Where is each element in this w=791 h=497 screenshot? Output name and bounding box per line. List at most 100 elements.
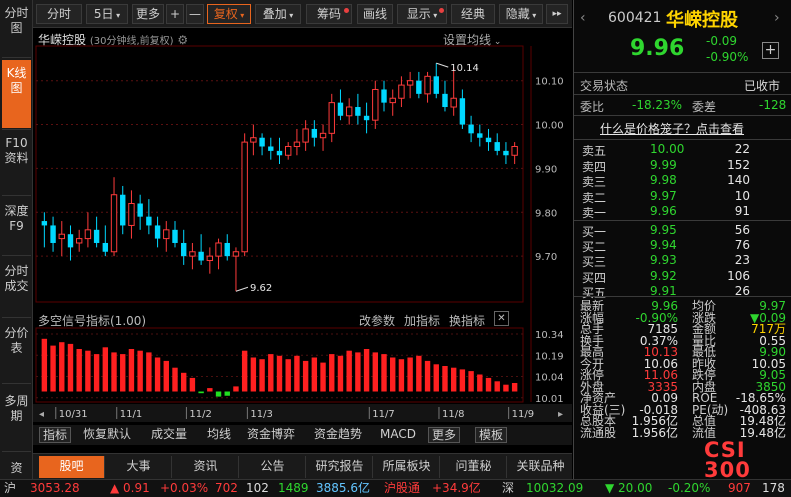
indicator-tab-4[interactable]: 资金博弈 — [242, 427, 300, 443]
stock-code: 600421 — [608, 10, 662, 26]
left-tab-2[interactable]: F10资料 — [2, 130, 31, 194]
zoom-out-button[interactable]: — — [186, 4, 204, 24]
indicator-bar — [485, 377, 492, 392]
buy-level-volume: 76 — [734, 238, 750, 253]
indicator-bar — [172, 367, 178, 392]
left-tab-bar: 分时图 K线图 F10资料深度F9 分时成交分价表多周期资 — [0, 0, 33, 481]
news-tab-5[interactable]: 所属板块 — [374, 456, 440, 478]
trade-status-label: 交易状态 — [580, 79, 629, 93]
chart-period-info: (30分钟线,前复权) — [89, 36, 174, 47]
candle-body — [485, 137, 492, 143]
sub-y-tick-label: 10.34 — [535, 330, 564, 341]
hide-select[interactable]: 隐藏 ▾ — [499, 4, 543, 24]
indicator-bar — [381, 354, 387, 392]
chevron-down-icon: ⌄ — [491, 37, 502, 47]
indicator-bar — [372, 352, 378, 392]
zoom-in-button[interactable]: + — [166, 4, 184, 24]
left-tab-7[interactable]: 资 — [2, 455, 31, 479]
next-stock-icon[interactable]: › — [774, 10, 780, 26]
close-icon[interactable]: ✕ — [494, 311, 509, 326]
sell-level-price: 9.98 — [650, 173, 677, 187]
left-tab-3[interactable]: 深度F9 — [2, 198, 31, 254]
sh-label: 沪 — [4, 481, 17, 495]
add-indicator-button[interactable]: 加指标 — [404, 312, 440, 329]
candle-body — [250, 137, 257, 143]
left-tab-1[interactable]: K线图 — [2, 60, 31, 128]
indicator-bar — [363, 349, 370, 392]
tab-divider — [2, 255, 31, 256]
buy-level-price: 9.92 — [650, 268, 677, 283]
candle-body — [189, 251, 196, 257]
indicator-tab-2[interactable]: 成交量 — [144, 427, 194, 443]
news-tab-3[interactable]: 公告 — [240, 456, 306, 478]
news-tab-2[interactable]: 资讯 — [173, 456, 239, 478]
sh-up-count: 702 — [215, 481, 238, 495]
candle-body — [468, 124, 474, 134]
intraday-button[interactable]: 分时 — [36, 4, 82, 24]
add-watchlist-icon[interactable]: + — [762, 42, 779, 59]
change-params-button[interactable]: 改参数 — [359, 312, 395, 329]
candle-body — [206, 255, 214, 262]
indicator-tab-1[interactable]: 恢复默认 — [78, 427, 136, 443]
candle-body — [381, 89, 387, 103]
overlay-select[interactable]: 叠加 ▾ — [255, 4, 301, 24]
indicator-tab-0[interactable]: 指标 — [39, 427, 71, 443]
adjust-price-select[interactable]: 复权 ▾ — [207, 4, 251, 24]
switch-indicator-button[interactable]: 换指标 — [449, 312, 485, 329]
candle-body — [372, 88, 379, 121]
indicator-bar — [181, 372, 187, 392]
sh-amount: 3885.6亿 — [316, 481, 370, 495]
left-tab-0[interactable]: 分时图 — [2, 0, 31, 56]
candle-body — [93, 229, 100, 243]
chevron-down-icon: ▾ — [529, 11, 537, 20]
settings-gear-icon[interactable]: ⚙ — [177, 33, 188, 47]
indicator-tab-3[interactable]: 均线 — [202, 427, 236, 443]
display-select[interactable]: 显示 ▾ — [397, 4, 447, 24]
kline-chart[interactable]: 10.10 10.00 9.90 9.80 9.70 10.14 9.62 10.34 10.1… — [33, 28, 572, 425]
price-change-pct: -0.90% — [706, 50, 749, 64]
hide-label: 隐藏 — [505, 7, 530, 21]
annotation-arrow — [235, 286, 249, 292]
indicator-bar — [207, 388, 213, 392]
x-tick-label: 11/1 — [120, 409, 142, 420]
candle-body — [494, 142, 500, 151]
divider — [574, 94, 791, 95]
classic-button[interactable]: 经典 — [451, 4, 495, 24]
more-periods-button[interactable]: 更多 — [132, 4, 164, 24]
indicator-tab-5[interactable]: 资金趋势 — [309, 427, 367, 443]
candle-body — [285, 145, 292, 156]
indicator-tab-7[interactable]: 更多 — [428, 427, 460, 443]
chips-button[interactable]: 筹码 — [306, 4, 352, 24]
indicator-bar — [120, 354, 126, 392]
left-tab-4[interactable]: 分时成交 — [2, 258, 31, 316]
left-tab-5[interactable]: 分价表 — [2, 320, 31, 382]
draw-line-button[interactable]: 画线 — [357, 4, 393, 24]
expand-arrow-icon[interactable]: ▸▸ — [546, 4, 568, 24]
weicha-label: 委差 — [692, 100, 717, 114]
chevron-down-icon: ▾ — [286, 11, 294, 20]
stat-label: 流通股 — [580, 425, 617, 440]
overlay-label: 叠加 — [262, 7, 287, 21]
left-tab-6[interactable]: 多周期 — [2, 388, 31, 450]
price-cage-link[interactable]: 什么是价格笼子？点击查看 — [600, 120, 744, 137]
indicator-tab-8[interactable]: 模板 — [475, 427, 507, 443]
index-watermark: CSI 300 — [704, 438, 751, 482]
news-tab-1[interactable]: 大事 — [106, 456, 172, 478]
news-tab-7[interactable]: 关联品种 — [508, 456, 574, 478]
hgt-label[interactable]: 沪股通 — [384, 480, 420, 497]
buy-level-volume: 56 — [734, 223, 750, 237]
prev-stock-icon[interactable]: ‹ — [580, 10, 586, 26]
buy-level-price: 9.93 — [650, 253, 677, 268]
sh-index[interactable]: 3053.28 — [30, 480, 80, 497]
sz-index[interactable]: 10032.09 — [526, 480, 583, 497]
indicator-tab-6[interactable]: MACD — [377, 427, 419, 443]
news-tab-0[interactable]: 股吧 — [39, 456, 105, 478]
period-select[interactable]: 5日 ▾ — [86, 4, 128, 24]
sell-level-label: 卖一 — [582, 206, 607, 220]
set-ma-button[interactable]: 设置均线 ⌄ — [443, 31, 501, 48]
candle-body — [50, 225, 56, 243]
news-tab-6[interactable]: 问董秘 — [441, 456, 507, 478]
news-tab-4[interactable]: 研究报告 — [307, 456, 373, 478]
sell-level-price: 9.99 — [650, 157, 677, 172]
indicator-bar — [250, 357, 257, 392]
